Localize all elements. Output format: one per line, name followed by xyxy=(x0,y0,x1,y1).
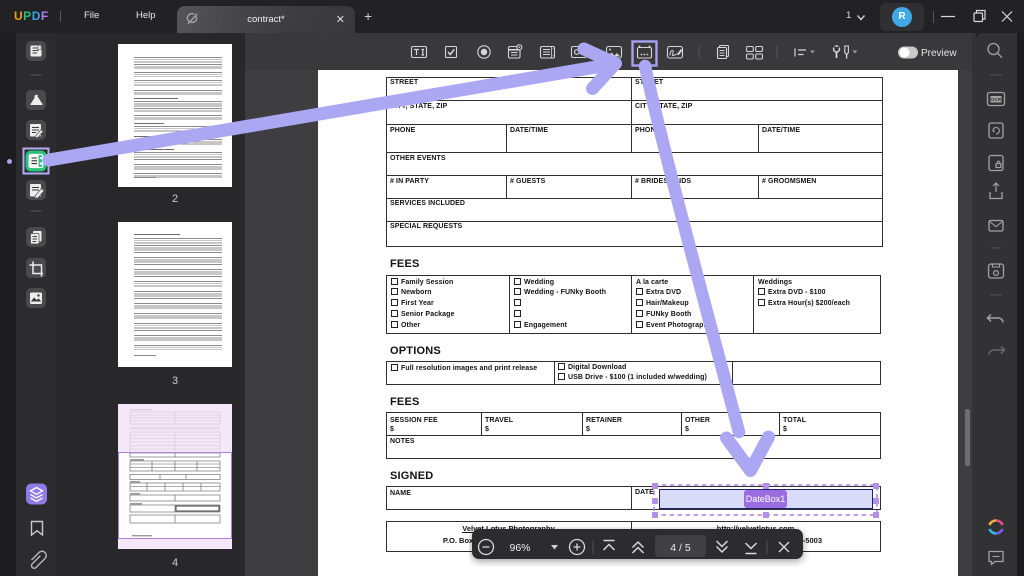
svg-text:Preview: Preview xyxy=(921,48,957,59)
svg-text:4 / 5: 4 / 5 xyxy=(670,542,691,554)
svg-text:96%: 96% xyxy=(509,542,530,554)
svg-text:OCR: OCR xyxy=(991,97,1002,102)
